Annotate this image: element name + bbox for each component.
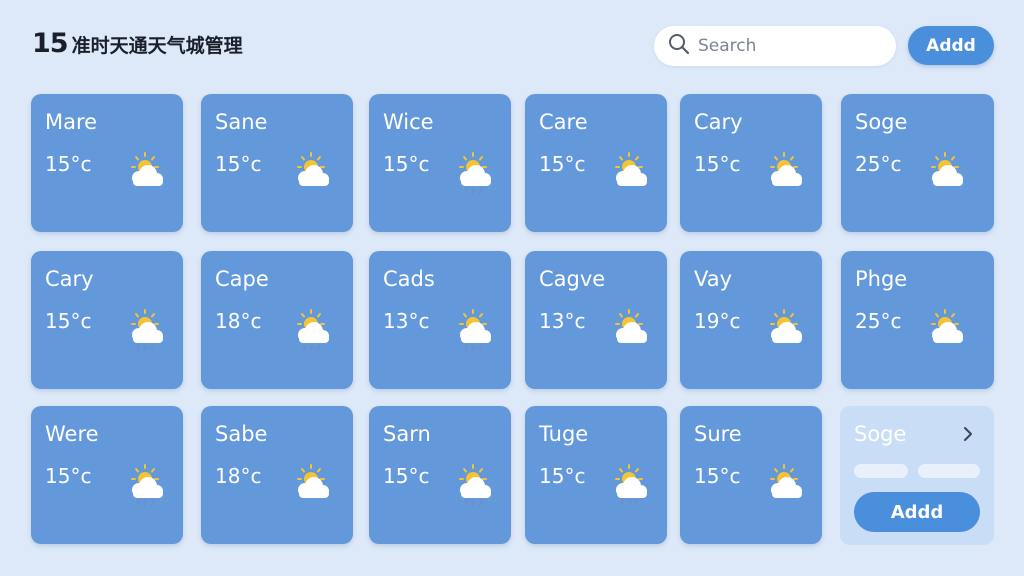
sun-cloud-icon bbox=[123, 150, 173, 196]
city-card[interactable]: Cary 15°c bbox=[680, 94, 822, 232]
sun-cloud-icon bbox=[607, 307, 657, 353]
city-card[interactable]: Were 15°c bbox=[31, 406, 183, 544]
add-city-button[interactable]: Addd bbox=[854, 492, 980, 532]
sun-cloud-rain-icon bbox=[451, 307, 501, 353]
placeholder-pill bbox=[918, 464, 980, 478]
city-temperature: 13°c bbox=[539, 309, 586, 333]
sun-cloud-rain-icon bbox=[451, 462, 501, 508]
city-temperature: 15°c bbox=[694, 152, 741, 176]
city-name: Sure bbox=[694, 422, 742, 446]
city-temperature: 25°c bbox=[855, 309, 902, 333]
city-temperature: 15°c bbox=[45, 464, 92, 488]
sun-cloud-icon bbox=[762, 462, 812, 508]
city-card[interactable]: Sane 15°c bbox=[201, 94, 353, 232]
add-card-name: Soge bbox=[854, 422, 907, 446]
sun-cloud-icon bbox=[923, 150, 973, 196]
city-temperature: 25°c bbox=[855, 152, 902, 176]
city-name: Cape bbox=[215, 267, 269, 291]
city-card[interactable]: Cagve 13°c bbox=[525, 251, 667, 389]
city-card[interactable]: Sure 15°c bbox=[680, 406, 822, 544]
city-card[interactable]: Soge 25°c bbox=[841, 94, 994, 232]
city-temperature: 18°c bbox=[215, 464, 262, 488]
city-name: Mare bbox=[45, 110, 98, 134]
city-card[interactable]: Wice 15°c bbox=[369, 94, 511, 232]
sun-cloud-rain-icon bbox=[123, 307, 173, 353]
city-temperature: 15°c bbox=[383, 152, 430, 176]
city-name: Vay bbox=[694, 267, 733, 291]
sun-cloud-icon bbox=[289, 462, 339, 508]
search-bar[interactable] bbox=[654, 26, 896, 66]
city-temperature: 18°c bbox=[215, 309, 262, 333]
placeholder-pill bbox=[854, 464, 908, 478]
page-title-number: 15 bbox=[32, 28, 69, 59]
city-name: Phge bbox=[855, 267, 908, 291]
city-card[interactable]: Cape 18°c bbox=[201, 251, 353, 389]
city-name: Wice bbox=[383, 110, 434, 134]
city-card[interactable]: Cads 13°c bbox=[369, 251, 511, 389]
city-temperature: 13°c bbox=[383, 309, 430, 333]
page-title: 15 准时天通天气城管理 bbox=[32, 28, 243, 59]
add-button[interactable]: Addd bbox=[908, 26, 994, 65]
city-temperature: 15°c bbox=[539, 152, 586, 176]
city-card[interactable]: Care 15°c bbox=[525, 94, 667, 232]
city-name: Cagve bbox=[539, 267, 606, 291]
city-name: Soge bbox=[855, 110, 908, 134]
city-name: Cary bbox=[694, 110, 743, 134]
city-card[interactable]: Mare 15°c bbox=[31, 94, 183, 232]
city-name: Sarn bbox=[383, 422, 431, 446]
sun-cloud-rain-icon bbox=[123, 462, 173, 508]
city-name: Cads bbox=[383, 267, 435, 291]
city-temperature: 19°c bbox=[694, 309, 741, 333]
city-name: Cary bbox=[45, 267, 94, 291]
sun-cloud-icon bbox=[289, 150, 339, 196]
city-name: Tuge bbox=[539, 422, 589, 446]
page-title-text: 准时天通天气城管理 bbox=[71, 35, 243, 57]
sun-cloud-icon bbox=[923, 307, 973, 353]
city-card[interactable]: Sabe 18°c bbox=[201, 406, 353, 544]
sun-cloud-icon bbox=[762, 307, 812, 353]
city-card[interactable]: Sarn 15°c bbox=[369, 406, 511, 544]
city-name: Sane bbox=[215, 110, 268, 134]
sun-cloud-icon bbox=[762, 150, 812, 196]
sun-cloud-rain-icon bbox=[289, 307, 339, 353]
city-temperature: 15°c bbox=[383, 464, 430, 488]
city-temperature: 15°c bbox=[539, 464, 586, 488]
city-card[interactable]: Cary 15°c bbox=[31, 251, 183, 389]
city-temperature: 15°c bbox=[215, 152, 262, 176]
city-card[interactable]: Phge 25°c bbox=[841, 251, 994, 389]
search-icon bbox=[668, 33, 690, 59]
city-temperature: 15°c bbox=[45, 309, 92, 333]
sun-cloud-rain-icon bbox=[607, 462, 657, 508]
city-temperature: 15°c bbox=[694, 464, 741, 488]
sun-cloud-rain-icon bbox=[451, 150, 501, 196]
city-temperature: 15°c bbox=[45, 152, 92, 176]
add-city-card[interactable]: Soge Addd bbox=[840, 406, 994, 545]
city-card[interactable]: Tuge 15°c bbox=[525, 406, 667, 544]
sun-cloud-icon bbox=[607, 150, 657, 196]
search-input[interactable] bbox=[698, 36, 878, 56]
city-name: Sabe bbox=[215, 422, 268, 446]
city-name: Care bbox=[539, 110, 588, 134]
city-card[interactable]: Vay 19°c bbox=[680, 251, 822, 389]
chevron-right-icon[interactable] bbox=[958, 424, 978, 444]
city-name: Were bbox=[45, 422, 99, 446]
